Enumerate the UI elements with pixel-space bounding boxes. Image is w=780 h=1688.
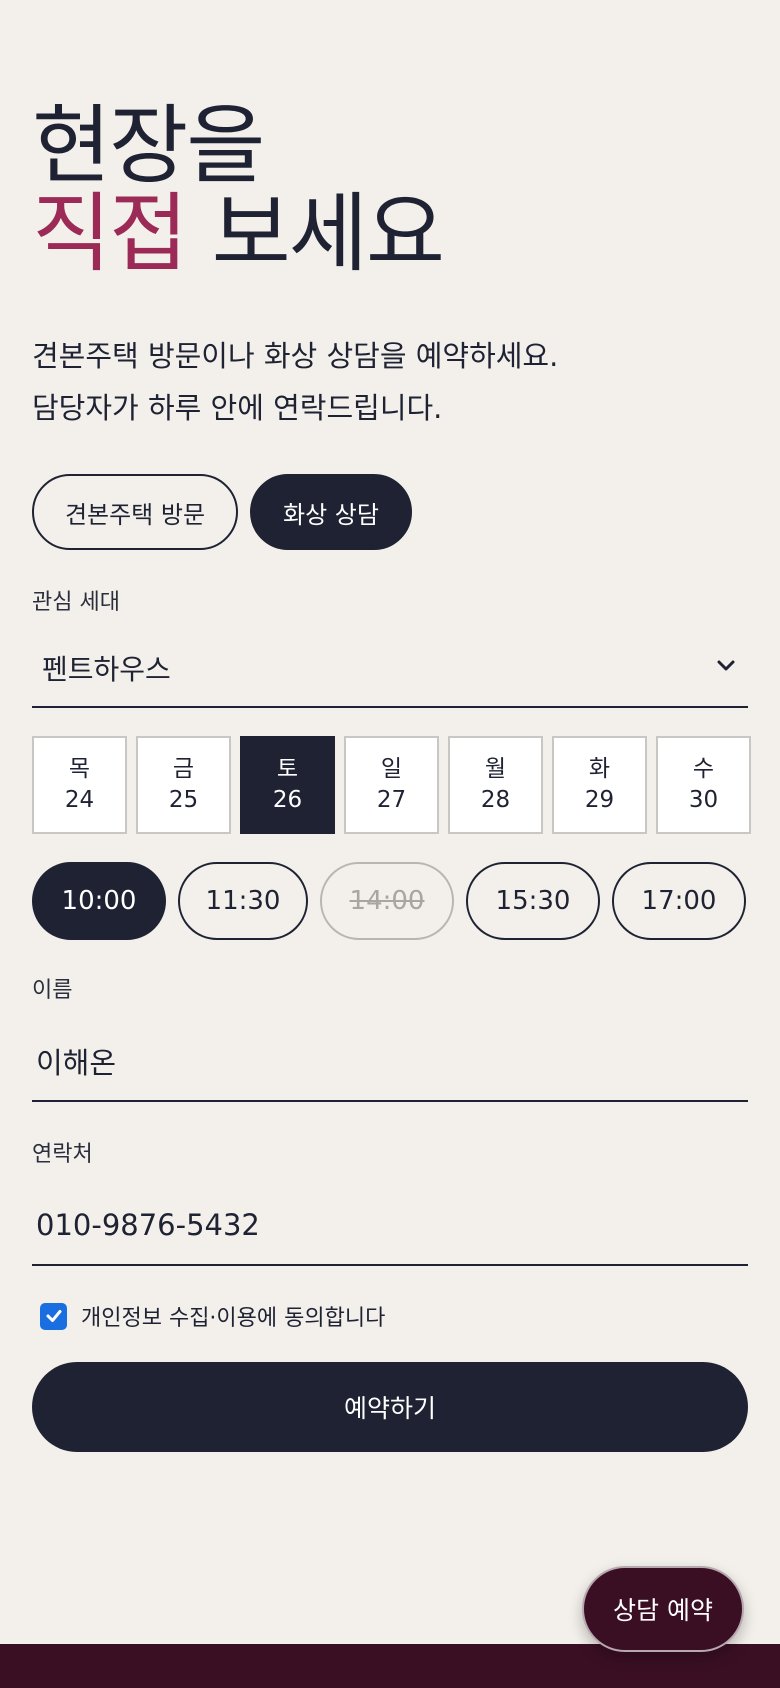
page-title: 현장을 직접 보세요 (32, 102, 445, 278)
date-day: 29 (584, 787, 615, 813)
date-day: 30 (688, 787, 719, 813)
unit-select[interactable]: 펜트하우스 (32, 630, 748, 708)
date-weekday: 토 (276, 756, 299, 782)
lead-line-2: 담당자가 하루 안에 연락드립니다. (32, 391, 443, 425)
name-field-label: 이름 (32, 978, 73, 1003)
date-weekday: 월 (484, 756, 507, 782)
consent-label: 개인정보 수집·이용에 동의합니다 (81, 1306, 386, 1331)
date-day: 24 (64, 787, 95, 813)
tab-video-consultation[interactable]: 화상 상담 (250, 474, 412, 550)
time-slot[interactable]: 17:00 (612, 862, 746, 940)
date-option[interactable]: 수 30 (656, 736, 751, 834)
date-weekday: 목 (68, 756, 91, 782)
date-option[interactable]: 일 27 (344, 736, 439, 834)
date-option[interactable]: 월 28 (448, 736, 543, 834)
chevron-down-icon (714, 654, 738, 682)
date-picker: 목 24 금 25 토 26 일 27 월 28 화 29 수 30 (32, 736, 751, 834)
time-slot-selected[interactable]: 10:00 (32, 862, 166, 940)
date-option[interactable]: 목 24 (32, 736, 127, 834)
date-option-selected[interactable]: 토 26 (240, 736, 335, 834)
checkmark-icon (46, 1310, 61, 1322)
date-day: 28 (480, 787, 511, 813)
phone-input[interactable]: 010-9876-5432 (32, 1186, 748, 1266)
time-slot[interactable]: 15:30 (466, 862, 600, 940)
title-line-2: 보세요 (211, 184, 445, 284)
date-weekday: 금 (172, 756, 195, 782)
unit-select-value: 펜트하우스 (42, 653, 171, 686)
submit-reservation-button[interactable]: 예약하기 (32, 1362, 748, 1452)
time-slot-unavailable: 14:00 (320, 862, 454, 940)
consent-checkbox[interactable] (40, 1302, 67, 1330)
date-option[interactable]: 금 25 (136, 736, 231, 834)
date-weekday: 수 (692, 756, 715, 782)
time-slot[interactable]: 11:30 (178, 862, 308, 940)
date-weekday: 화 (588, 756, 611, 782)
privacy-consent: 개인정보 수집·이용에 동의합니다 (40, 1300, 385, 1332)
title-line-1: 현장을 (32, 96, 265, 196)
title-accent: 직접 (32, 184, 188, 284)
time-slot-picker: 10:00 11:30 14:00 15:30 17:00 (32, 862, 746, 940)
lead-line-1: 견본주택 방문이나 화상 상담을 예약하세요. (32, 339, 559, 373)
date-day: 26 (272, 787, 303, 813)
date-option[interactable]: 화 29 (552, 736, 647, 834)
date-day: 25 (168, 787, 199, 813)
date-weekday: 일 (380, 756, 403, 782)
consultation-mode-tabs: 견본주택 방문 화상 상담 (32, 474, 412, 550)
name-input[interactable]: 이해온 (32, 1022, 748, 1102)
consultation-reservation-fab[interactable]: 상담 예약 (582, 1566, 744, 1652)
date-day: 27 (376, 787, 407, 813)
tab-model-house-visit[interactable]: 견본주택 방문 (32, 474, 238, 550)
phone-field-label: 연락처 (32, 1142, 93, 1167)
lead-text: 견본주택 방문이나 화상 상담을 예약하세요. 담당자가 하루 안에 연락드립니… (32, 330, 748, 434)
unit-field-label: 관심 세대 (32, 590, 120, 615)
